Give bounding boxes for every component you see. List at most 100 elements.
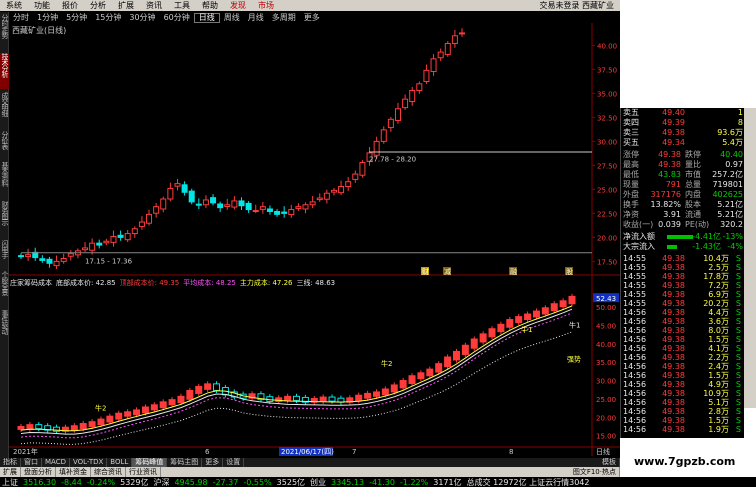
f10-hotspot-link[interactable]: 图文F10·热点 [570, 467, 620, 477]
candle-body [60, 258, 67, 262]
candle-body [373, 140, 380, 156]
candle-body [39, 258, 46, 261]
left-tab[interactable]: 分时走势 [0, 14, 9, 50]
function-tab[interactable]: 填补资金 [56, 467, 91, 477]
candle-body [309, 201, 316, 206]
menu-item[interactable]: 报价 [56, 0, 84, 11]
ind-bar-body [70, 425, 78, 431]
index-name[interactable]: 上证 [2, 477, 18, 487]
quote-cell: 40.40 [720, 150, 743, 159]
index-name[interactable]: 沪深 [153, 477, 169, 487]
period-tab[interactable]: 日线 [193, 12, 220, 23]
panel-scrollbar[interactable] [744, 108, 756, 408]
candle-body [430, 58, 437, 73]
menu-item[interactable]: 系统 [0, 0, 28, 11]
period-tab[interactable]: 更多 [300, 12, 324, 23]
template-button[interactable]: 模板 [599, 458, 620, 467]
quote-cell: 49.38 [662, 272, 685, 281]
menu-item[interactable]: 帮助 [196, 0, 224, 11]
function-tab[interactable]: 综合资讯 [91, 467, 126, 477]
index-name[interactable]: 创业 [310, 477, 326, 487]
candle-body [252, 210, 259, 213]
index-pct: -0.24% [86, 477, 116, 487]
quote-stat-row: 现量 791 总量 719801 [623, 180, 743, 190]
ind-bar-body [159, 401, 167, 409]
period-tab[interactable]: 15分钟 [91, 12, 125, 23]
indicator-tab[interactable]: VOL-TDX [70, 458, 108, 467]
indicator-tab[interactable]: 窗口 [21, 458, 42, 467]
quote-cell: 14:56 [623, 344, 647, 353]
menu-item[interactable]: 工具 [168, 0, 196, 11]
quote-cell: S [735, 308, 741, 317]
menu-item[interactable]: 扩展 [112, 0, 140, 11]
left-tab[interactable]: 技术分析 [0, 53, 9, 89]
period-tab[interactable]: 30分钟 [125, 12, 159, 23]
tick-row: 14:56 49.38 10.9万 S [623, 389, 743, 398]
low-range-label: 17.15 - 17.36 [85, 257, 133, 265]
quote-cell: -4.41亿 [692, 232, 721, 241]
quote-cell: 6.9万 [708, 290, 729, 299]
candle-body [402, 98, 409, 109]
menu-item[interactable]: 资讯 [140, 0, 168, 11]
quote-cell: 14:56 [623, 362, 647, 371]
date-axis-label: 7 [352, 448, 356, 456]
indicator-tab[interactable]: 筹码主图 [167, 458, 203, 467]
indicator-tab[interactable]: BOLL [107, 458, 133, 467]
ind-bar-body [479, 333, 487, 343]
period-tab[interactable]: 月线 [244, 12, 268, 23]
period-tab[interactable]: 周线 [220, 12, 244, 23]
indicator-tab[interactable]: 筹码峰值 [132, 458, 168, 467]
function-tab[interactable]: 行业资讯 [126, 467, 161, 477]
order-book-row: 卖四 49.39 8 [623, 118, 743, 128]
left-tab[interactable]: 财务图示 [0, 201, 9, 237]
period-tab[interactable]: 分时 [9, 12, 33, 23]
quote-cell: 10.4万 [703, 254, 729, 263]
menu-item[interactable]: 发现 [224, 0, 252, 11]
candle-body [96, 242, 103, 246]
ind-bar-body [293, 395, 300, 401]
quote-cell: 317176 [650, 190, 681, 199]
quote-cell: 49.38 [662, 407, 685, 416]
quote-cell: S [735, 335, 741, 344]
quote-cell: 收益(一) [623, 220, 654, 229]
ind-bar-body [568, 295, 576, 305]
quote-stat-row: 收益(一) 0.039 PE(动) 320.2 [623, 220, 743, 230]
left-tab[interactable]: 分价表 [0, 131, 9, 159]
function-tab[interactable]: 盘面分析 [21, 467, 56, 477]
ind-tick-label: 52.43 [596, 295, 616, 303]
quote-cell: 14:55 [623, 299, 647, 308]
quote-cell: 402625 [712, 190, 743, 199]
quote-cell: 49.34 [662, 138, 685, 147]
kline-chart-area[interactable]: 40.00 37.50 35.00 32.50 30.00 27.50 25.00 22.50… [9, 23, 620, 456]
menu-item[interactable]: 市场 [252, 0, 280, 11]
left-tab[interactable]: 事件驱动 [0, 310, 9, 346]
left-tab[interactable]: 成交明细 [0, 92, 9, 128]
period-tab[interactable]: 60分钟 [160, 12, 194, 23]
quote-cell: 49.38 [662, 308, 685, 317]
indicator-tab[interactable]: 设置 [223, 458, 245, 467]
indicator-tab[interactable]: 指标 [0, 458, 21, 467]
indicator-tab[interactable]: 更多 [202, 458, 224, 467]
menu-item[interactable]: 功能 [28, 0, 56, 11]
candle-body [210, 197, 217, 204]
menu-item[interactable]: 分析 [84, 0, 112, 11]
period-tab[interactable]: 1分钟 [33, 12, 62, 23]
candle-body [345, 181, 352, 188]
period-tab[interactable]: 5分钟 [62, 12, 91, 23]
ind-tick-label: 45.00 [596, 322, 616, 330]
candle-body [167, 187, 174, 200]
quote-cell: 14:56 [623, 326, 647, 335]
ind-bar-body [150, 404, 158, 411]
indicator-tab[interactable]: MACD [42, 458, 70, 467]
left-tab[interactable]: 个股全景 [0, 271, 9, 307]
ind-bar-body [399, 380, 407, 389]
quote-cell: 5.4万 [722, 138, 743, 147]
quote-stat-row: 涨停 49.38 跌停 40.40 [623, 150, 743, 160]
indicator-name: 庄家筹码成本 [10, 279, 52, 287]
left-tab[interactable]: 闪电手 [0, 240, 9, 268]
left-tab[interactable]: 基本资料 [0, 162, 9, 198]
period-tab[interactable]: 多周期 [268, 12, 300, 23]
candle-body [302, 204, 309, 210]
function-tab[interactable]: 扩展 [0, 467, 21, 477]
watermark-text: www.7gpzb.com [634, 455, 736, 468]
